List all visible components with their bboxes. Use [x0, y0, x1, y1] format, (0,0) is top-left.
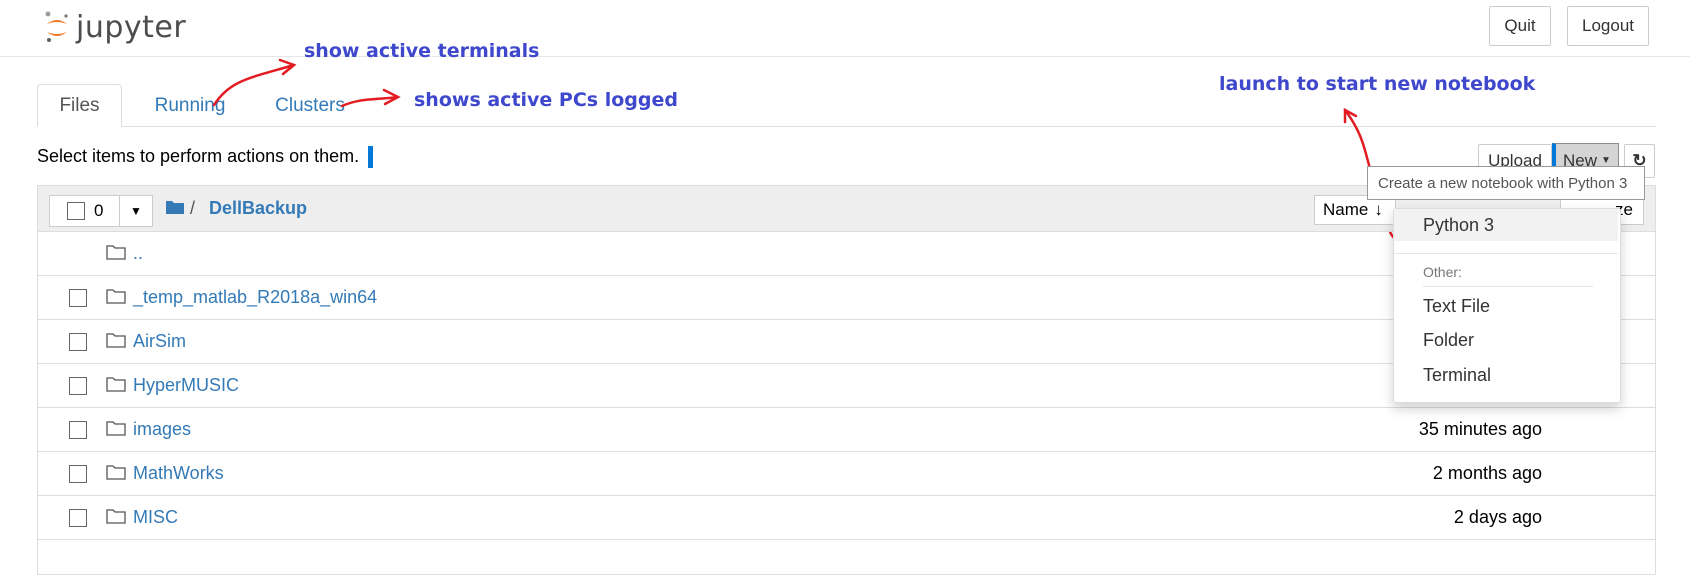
logout-button[interactable]: Logout [1567, 6, 1649, 46]
caret-down-icon: ▼ [1601, 155, 1611, 166]
row-checkbox[interactable] [69, 421, 87, 439]
row-name-link[interactable]: images [133, 419, 191, 440]
menu-item-terminal[interactable]: Terminal [1423, 365, 1491, 386]
row-name-link[interactable]: HyperMUSIC [133, 375, 239, 396]
menu-item-text-file[interactable]: Text File [1423, 296, 1490, 317]
select-menu-button[interactable]: ▼ [119, 195, 153, 227]
arrow-running-head [278, 58, 297, 76]
folder-icon[interactable] [166, 199, 184, 220]
row-checkbox[interactable] [69, 509, 87, 527]
row-checkbox[interactable] [69, 377, 87, 395]
menu-divider [1394, 253, 1618, 254]
menu-item-python3[interactable]: Python 3 [1423, 215, 1494, 236]
row-checkbox[interactable] [69, 289, 87, 307]
folder-icon [106, 244, 126, 265]
tab-clusters[interactable]: Clusters [255, 84, 365, 127]
row-name-link[interactable]: MISC [133, 507, 178, 528]
header-bar [0, 0, 1690, 57]
folder-icon [106, 376, 126, 397]
row-name-link[interactable]: AirSim [133, 331, 186, 352]
caret-down-icon: ▼ [130, 204, 142, 218]
menu-divider [1423, 286, 1593, 287]
row-checkbox[interactable] [69, 333, 87, 351]
logo-text: jupyter [76, 9, 187, 45]
jupyter-logo[interactable]: jupyter [44, 6, 186, 48]
folder-icon [106, 420, 126, 441]
folder-icon [106, 464, 126, 485]
annotation-clusters: shows active PCs logged [414, 89, 678, 111]
arrow-down-icon: ↓ [1374, 200, 1383, 219]
folder-icon [106, 288, 126, 309]
tab-files[interactable]: Files [37, 84, 122, 127]
breadcrumb-separator: / [190, 198, 196, 218]
select-all-checkbox[interactable] [67, 202, 85, 220]
select-instructions: Select items to perform actions on them. [37, 146, 360, 166]
menu-item-folder[interactable]: Folder [1423, 330, 1474, 351]
text-cursor [368, 146, 373, 168]
quit-button[interactable]: Quit [1489, 6, 1551, 46]
row-modified-time: 2 months ago [1432, 463, 1542, 483]
row-checkbox[interactable] [69, 465, 87, 483]
annotation-new-notebook: launch to start new notebook [1219, 73, 1536, 95]
new-notebook-tooltip: Create a new notebook with Python 3 [1367, 166, 1645, 200]
jupyter-logo-icon [45, 11, 68, 42]
folder-icon [106, 332, 126, 353]
annotation-terminals: show active terminals [304, 40, 540, 62]
row-modified-time: 2 days ago [1453, 507, 1542, 527]
select-all-control[interactable]: 0 [49, 195, 120, 227]
parent-folder-link[interactable]: .. [133, 243, 143, 264]
arrow-new-head [1343, 107, 1358, 124]
row-modified-time: 35 minutes ago [1418, 419, 1542, 439]
tab-running[interactable]: Running [140, 84, 240, 127]
sort-name-label: Name [1323, 200, 1369, 219]
folder-icon [106, 508, 126, 529]
row-name-link[interactable]: _temp_matlab_R2018a_win64 [133, 287, 377, 308]
breadcrumb-current-folder[interactable]: DellBackup [209, 198, 307, 219]
arrow-clusters-head [382, 88, 401, 106]
selected-count: 0 [94, 201, 104, 220]
row-name-link[interactable]: MathWorks [133, 463, 224, 484]
menu-section-other: Other: [1423, 264, 1462, 280]
